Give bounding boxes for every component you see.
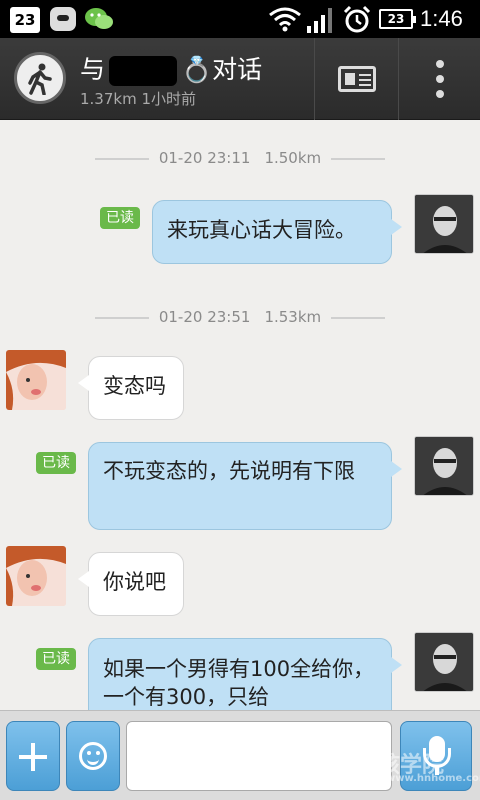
add-attachment-button[interactable]: [6, 721, 60, 791]
profile-card-button[interactable]: [316, 38, 398, 120]
walking-person-icon[interactable]: [14, 52, 66, 104]
read-receipt-badge: 已读: [100, 207, 140, 229]
title-suffix: 💍对话: [181, 55, 263, 84]
avatar[interactable]: [414, 194, 474, 254]
message-input-bar: 坏男孩学院 www.hnhome.com: [0, 710, 480, 800]
title-prefix: 与: [80, 55, 106, 84]
battery-icon: 23: [379, 9, 416, 29]
watermark-sub: www.hnhome.com: [386, 773, 480, 784]
more-vertical-icon: [436, 90, 444, 98]
timestamp-date: 01-20 23:11: [158, 149, 251, 167]
avatar[interactable]: [414, 632, 474, 692]
divider-line: [94, 157, 149, 160]
redacted-name: [109, 56, 178, 86]
outgoing-message[interactable]: 来玩真心话大冒险。: [152, 200, 402, 264]
chat-header: 与 💍对话 1.37km 1小时前: [0, 38, 480, 120]
chat-subtitle: 1.37km 1小时前: [80, 90, 197, 108]
smiley-icon: [79, 742, 107, 770]
page-indicator: [216, 793, 276, 800]
header-divider: [398, 38, 399, 120]
wechat-icon: [85, 8, 113, 29]
divider-line: [331, 316, 386, 319]
avatar[interactable]: [414, 436, 474, 496]
avatar[interactable]: [6, 350, 66, 410]
talk-icon: [50, 7, 76, 31]
timestamp-distance: 1.50km: [264, 149, 322, 167]
timestamp-distance: 1.53km: [264, 308, 322, 326]
incoming-message[interactable]: 你说吧: [78, 552, 184, 616]
more-vertical-icon: [436, 75, 444, 83]
chat-title: 与 💍对话: [80, 50, 262, 86]
incoming-message[interactable]: 变态吗: [78, 356, 184, 420]
more-vertical-icon: [436, 60, 444, 68]
outgoing-message[interactable]: 如果一个男得有100全给你，一个有300，只给: [88, 638, 402, 710]
outgoing-message[interactable]: 不玩变态的，先说明有下限: [88, 442, 402, 530]
calendar-icon: 23: [10, 7, 40, 33]
read-receipt-badge: 已读: [36, 648, 76, 670]
status-bar: 23 23 1:46: [0, 0, 480, 38]
profile-card-icon: [338, 66, 376, 92]
divider-line: [94, 316, 149, 319]
plus-icon: [31, 743, 35, 771]
timestamp-date: 01-20 23:51: [158, 308, 251, 326]
divider-line: [331, 157, 386, 160]
alarm-icon: [343, 5, 371, 33]
signal-icon: [307, 8, 332, 33]
watermark: 坏男孩学院 www.hnhome.com: [334, 747, 480, 784]
read-receipt-badge: 已读: [36, 452, 76, 474]
timestamp-divider: 01-20 23:51 1.53km: [0, 308, 480, 326]
avatar[interactable]: [6, 546, 66, 606]
header-divider: [314, 38, 315, 120]
more-options-button[interactable]: [400, 38, 480, 120]
emoji-button[interactable]: [66, 721, 120, 791]
wifi-icon: [269, 7, 301, 32]
clock-time: 1:46: [420, 6, 463, 31]
message-list[interactable]: 01-20 23:11 1.50km 已读 来玩真心话大冒险。 01-20 23:…: [0, 120, 480, 710]
timestamp-divider: 01-20 23:11 1.50km: [0, 149, 480, 167]
